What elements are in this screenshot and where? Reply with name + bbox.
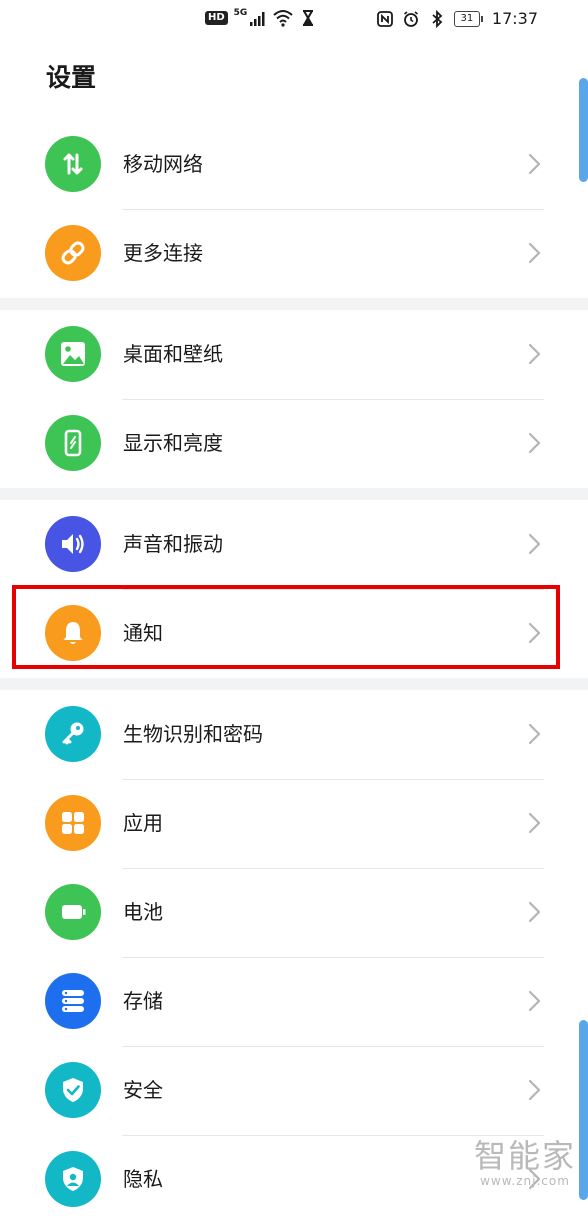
- settings-row-label: 隐私: [123, 1167, 163, 1191]
- chevron-right-icon: [524, 342, 544, 366]
- scroll-indicator-top: [579, 78, 588, 182]
- row-divider: [122, 779, 544, 780]
- battery-icon: [45, 884, 101, 940]
- row-divider: [122, 1135, 544, 1136]
- chevron-right-icon: [524, 1078, 544, 1102]
- settings-row-phone-brightness[interactable]: 显示和亮度: [0, 399, 588, 488]
- speaker-icon: [45, 516, 101, 572]
- settings-row-label: 生物识别和密码: [123, 722, 263, 746]
- settings-row-key[interactable]: 生物识别和密码: [0, 690, 588, 779]
- settings-row-apps-grid[interactable]: 应用: [0, 779, 588, 868]
- settings-list: 移动网络更多连接桌面和壁纸显示和亮度声音和振动通知生物识别和密码 应用电池存储安全…: [0, 120, 588, 1224]
- chevron-right-icon: [524, 811, 544, 835]
- hd-badge: HD: [205, 11, 228, 25]
- phone-brightness-icon: [45, 415, 101, 471]
- settings-row-link[interactable]: 更多连接: [0, 209, 588, 298]
- bell-icon: [45, 605, 101, 661]
- status-right: 31 17:37: [376, 9, 538, 28]
- bluetooth-icon: [432, 9, 443, 28]
- storage-icon: [45, 973, 101, 1029]
- settings-row-label: 显示和亮度: [123, 431, 223, 455]
- key-icon: [45, 706, 101, 762]
- row-divider: [122, 957, 544, 958]
- page-title: 设置: [46, 63, 97, 92]
- link-icon: [45, 225, 101, 281]
- settings-row-label: 电池: [123, 900, 163, 924]
- chevron-right-icon: [524, 989, 544, 1013]
- row-divider: [122, 868, 544, 869]
- alarm-icon: [403, 10, 418, 27]
- shield-icon: [45, 1062, 101, 1118]
- clock: 17:37: [491, 9, 538, 28]
- group-separator: [0, 678, 588, 690]
- settings-row-image[interactable]: 桌面和壁纸: [0, 310, 588, 399]
- hourglass-icon: [303, 10, 314, 26]
- watermark-main: 智能家: [473, 1137, 576, 1175]
- settings-row-label: 安全: [123, 1078, 163, 1102]
- watermark: 智能家 www.znj.com: [474, 1138, 576, 1188]
- row-divider: [122, 1046, 544, 1047]
- settings-row-label: 通知: [123, 621, 163, 645]
- chevron-right-icon: [524, 241, 544, 265]
- settings-row-label: 更多连接: [123, 241, 203, 265]
- chevron-right-icon: [524, 900, 544, 924]
- group-separator: [0, 488, 588, 500]
- settings-row-battery[interactable]: 电池: [0, 868, 588, 957]
- settings-row-label: 应用: [123, 811, 163, 835]
- wifi-icon: [273, 10, 293, 27]
- chevron-right-icon: [524, 722, 544, 746]
- signal-icon: [250, 12, 265, 26]
- group-separator: [0, 298, 588, 310]
- privacy-icon: [45, 1151, 101, 1207]
- mobile-data-icon: [45, 136, 101, 192]
- chevron-right-icon: [524, 532, 544, 556]
- chevron-right-icon: [524, 431, 544, 455]
- network-type: 5G: [233, 8, 248, 18]
- image-icon: [45, 326, 101, 382]
- status-bar: HD 5G 31 17:37: [0, 0, 588, 38]
- row-divider: [122, 209, 544, 210]
- battery-indicator: 31: [453, 10, 483, 27]
- watermark-sub: www.znj.com: [480, 1174, 570, 1188]
- settings-row-speaker[interactable]: 声音和振动: [0, 500, 588, 589]
- row-divider: [122, 399, 544, 400]
- settings-row-label: 声音和振动: [123, 532, 223, 556]
- settings-row-label: 移动网络: [123, 152, 203, 176]
- row-divider: [122, 589, 544, 590]
- scroll-indicator-bottom: [579, 1020, 588, 1200]
- nfc-icon: [376, 10, 393, 27]
- settings-row-storage[interactable]: 存储: [0, 957, 588, 1046]
- settings-row-bell[interactable]: 通知: [0, 589, 588, 678]
- settings-row-label: 存储: [123, 989, 163, 1013]
- settings-row-label: 桌面和壁纸: [123, 342, 223, 366]
- settings-row-mobile-data[interactable]: 移动网络: [0, 120, 588, 209]
- settings-row-shield[interactable]: 安全: [0, 1046, 588, 1135]
- status-left: HD 5G: [205, 8, 317, 27]
- chevron-right-icon: [524, 621, 544, 645]
- chevron-right-icon: [524, 152, 544, 176]
- apps-grid-icon: [45, 795, 101, 851]
